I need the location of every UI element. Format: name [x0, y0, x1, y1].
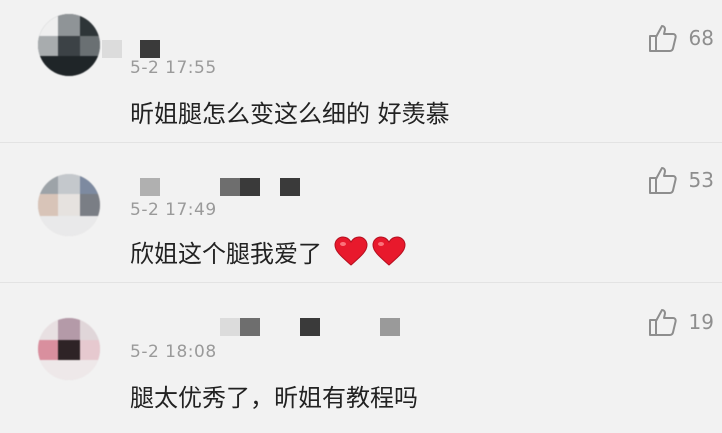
like-button[interactable]: 53	[647, 164, 714, 196]
avatar[interactable]	[38, 14, 100, 76]
avatar[interactable]	[38, 174, 100, 236]
comment-timestamp: 5-2 17:49	[130, 200, 217, 220]
comment-text: 昕姐腿怎么变这么细的 好羡慕	[130, 100, 450, 128]
comment-text: 欣姐这个腿我爱了 ❤️❤️	[130, 234, 406, 269]
comment-item: 5-2 17:49 欣姐这个腿我爱了 ❤️❤️ 53	[0, 142, 722, 283]
heart-icon	[334, 236, 368, 266]
comment-item: 5-2 17:55 昕姐腿怎么变这么细的 好羡慕 68	[0, 0, 722, 143]
thumbs-up-icon	[648, 167, 677, 194]
like-button[interactable]: 68	[647, 22, 714, 54]
comment-text: 腿太优秀了，昕姐有教程吗	[130, 384, 418, 412]
like-count: 19	[688, 310, 714, 334]
comment-timestamp: 5-2 18:08	[130, 342, 217, 362]
thumbs-up-icon	[648, 25, 677, 52]
like-button[interactable]: 19	[647, 306, 714, 338]
comment-item: 5-2 18:08 腿太优秀了，昕姐有教程吗 19	[0, 282, 722, 433]
comment-timestamp: 5-2 17:55	[130, 58, 217, 78]
avatar[interactable]	[38, 318, 100, 380]
heart-icon	[372, 236, 406, 266]
comment-text-body: 欣姐这个腿我爱了	[130, 240, 322, 268]
thumbs-up-icon	[648, 309, 677, 336]
like-count: 53	[688, 168, 714, 192]
like-count: 68	[688, 26, 714, 50]
